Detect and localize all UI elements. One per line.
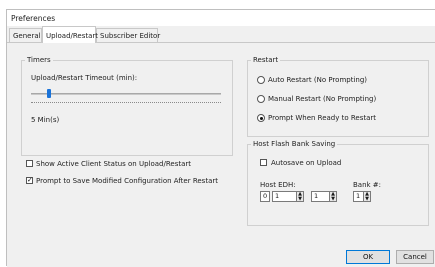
show-active-client-label[interactable]: Show Active Client Status on Upload/Rest… bbox=[36, 160, 191, 168]
tab-subscriber-editor[interactable]: Subscriber Editor bbox=[96, 28, 160, 42]
auto-restart-label[interactable]: Auto Restart (No Prompting) bbox=[268, 76, 367, 84]
timeout-slider-ticks bbox=[31, 101, 221, 103]
manual-restart-label[interactable]: Manual Restart (No Prompting) bbox=[268, 95, 376, 103]
edh-value-1-spinner[interactable]: ▲ ▼ bbox=[297, 191, 304, 202]
edh-prefix-field[interactable]: 0 bbox=[260, 191, 270, 202]
radio-selected-dot bbox=[259, 116, 263, 120]
timeout-slider-thumb[interactable] bbox=[47, 89, 51, 98]
preferences-window: Preferences General Upload/Restart Subsc… bbox=[6, 9, 435, 267]
window-title: Preferences bbox=[11, 14, 56, 23]
spin-down-icon: ▼ bbox=[298, 195, 302, 202]
timeout-label: Upload/Restart Timeout (min): bbox=[31, 74, 138, 82]
button-bar: OK Cancel bbox=[7, 250, 435, 267]
autosave-label[interactable]: Autosave on Upload bbox=[271, 159, 341, 167]
ok-button[interactable]: OK bbox=[346, 250, 390, 264]
edh-value-2-spinner[interactable]: ▲ ▼ bbox=[330, 191, 337, 202]
prompt-save-label[interactable]: Prompt to Save Modified Configuration Af… bbox=[36, 177, 218, 185]
timeout-slider-track[interactable] bbox=[31, 93, 221, 95]
autosave-checkbox[interactable] bbox=[260, 159, 267, 166]
check-icon: ✓ bbox=[27, 176, 33, 184]
bank-spinner[interactable]: ▲ ▼ bbox=[364, 191, 371, 202]
flash-group-label: Host Flash Bank Saving bbox=[251, 140, 338, 148]
tab-general[interactable]: General bbox=[9, 28, 42, 42]
manual-restart-radio[interactable] bbox=[257, 95, 265, 103]
auto-restart-radio[interactable] bbox=[257, 76, 265, 84]
prompt-restart-label[interactable]: Prompt When Ready to Restart bbox=[268, 114, 376, 122]
bank-label: Bank #: bbox=[353, 181, 382, 189]
prompt-restart-radio[interactable] bbox=[257, 114, 265, 122]
tab-panel: Timers Upload/Restart Timeout (min): 5 M… bbox=[9, 43, 432, 250]
spin-down-icon: ▼ bbox=[365, 195, 369, 202]
timeout-value: 5 Min(s) bbox=[31, 116, 60, 124]
cancel-button[interactable]: Cancel bbox=[396, 250, 434, 264]
spin-down-icon: ▼ bbox=[331, 195, 335, 202]
restart-group-label: Restart bbox=[251, 56, 281, 64]
tab-upload-restart[interactable]: Upload/Restart bbox=[42, 26, 98, 43]
edh-value-1-field[interactable]: 1 bbox=[272, 191, 297, 202]
edh-value-2-field[interactable]: 1 bbox=[311, 191, 330, 202]
bank-field[interactable]: 1 bbox=[353, 191, 364, 202]
host-edh-label: Host EDH: bbox=[260, 181, 296, 189]
prompt-save-checkbox[interactable]: ✓ bbox=[26, 177, 33, 184]
show-active-client-checkbox[interactable] bbox=[26, 160, 33, 167]
title-bar: Preferences bbox=[7, 10, 435, 26]
timers-group-label: Timers bbox=[25, 56, 53, 64]
